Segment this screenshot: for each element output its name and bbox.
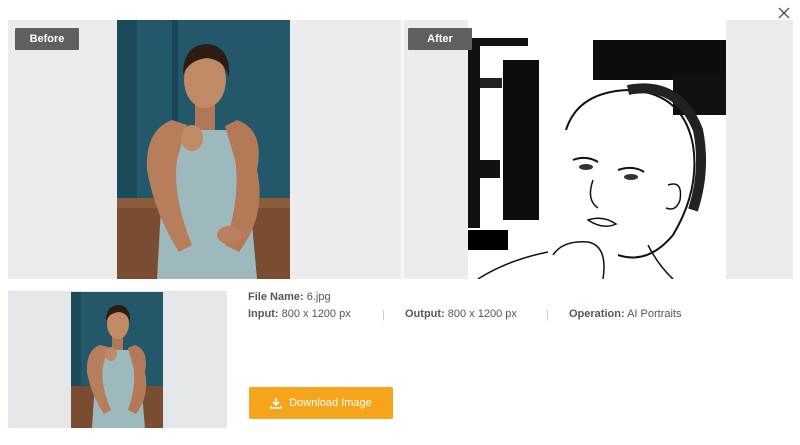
operation-label: Operation: — [569, 308, 625, 320]
file-name-value: 6.jpg — [306, 291, 331, 303]
before-tag: Before — [15, 28, 79, 50]
operation-row: Operation: AI Portraits — [569, 308, 681, 320]
input-label: Input: — [248, 308, 279, 320]
file-name-row: File Name: 6.jpg — [248, 291, 331, 303]
after-tag: After — [408, 28, 472, 50]
separator: | — [382, 309, 385, 321]
image-thumbnail — [8, 291, 227, 428]
output-label: Output: — [405, 308, 445, 320]
file-name-label: File Name: — [248, 291, 304, 303]
separator: | — [546, 309, 549, 321]
download-image-button[interactable]: Download Image — [249, 387, 393, 419]
output-value: 800 x 1200 px — [447, 308, 517, 320]
thumbnail-photo — [71, 292, 163, 428]
after-sketch — [468, 20, 726, 279]
before-photo — [117, 20, 290, 279]
before-after-comparison: Before After — [8, 20, 793, 279]
output-row: Output: 800 x 1200 px — [405, 308, 517, 320]
operation-value: AI Portraits — [627, 308, 682, 320]
download-label: Download Image — [289, 397, 372, 409]
before-panel: Before — [8, 20, 401, 279]
input-row: Input: 800 x 1200 px — [248, 308, 351, 320]
download-icon — [270, 398, 282, 409]
input-value: 800 x 1200 px — [281, 308, 351, 320]
after-panel: After — [404, 20, 793, 279]
